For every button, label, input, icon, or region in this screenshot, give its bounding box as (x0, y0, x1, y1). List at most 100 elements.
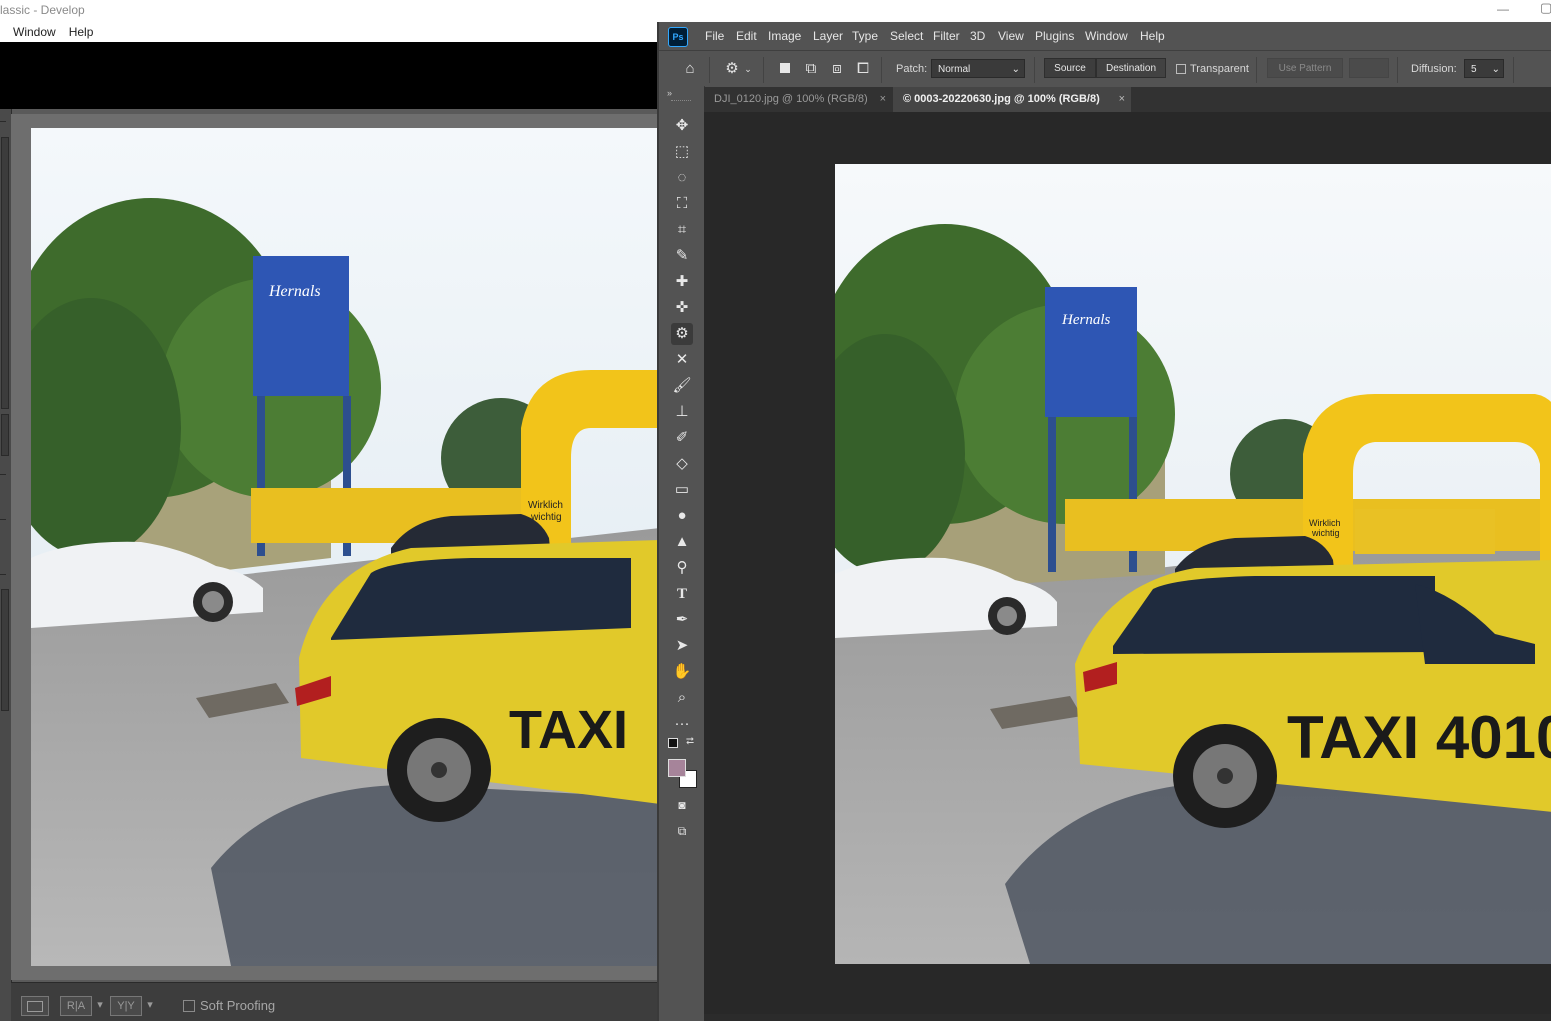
soft-proofing-label: Soft Proofing (200, 998, 276, 1013)
spot-healing-tool-icon[interactable]: ✚ (671, 271, 693, 293)
subtract-selection-icon[interactable]: ⧈ (828, 60, 846, 78)
loupe-view-icon (27, 1001, 43, 1012)
lasso-tool-icon[interactable]: ◌ (671, 167, 693, 189)
move-tool-icon[interactable]: ✥ (671, 115, 693, 137)
pen-tool-icon[interactable]: ✒ (671, 609, 693, 631)
menu-help[interactable]: Help (1140, 29, 1165, 43)
menu-view[interactable]: View (998, 29, 1024, 43)
menu-file[interactable]: File (705, 29, 724, 43)
dodge-tool-icon[interactable]: ⚲ (671, 557, 693, 579)
maximize-icon[interactable]: ▢ (1540, 0, 1551, 16)
menu-3d[interactable]: 3D (970, 29, 985, 43)
close-icon[interactable]: × (1119, 87, 1125, 112)
banner-text-1: Wirklich (528, 500, 563, 511)
home-icon[interactable]: ⌂ (681, 60, 699, 78)
menu-filter[interactable]: Filter (933, 29, 960, 43)
swap-colors-icon[interactable]: ⮂ (686, 736, 694, 747)
diffusion-select[interactable]: 5 ⌄ (1464, 59, 1504, 78)
document-canvas-area[interactable]: Hernals Wirklich wichtig TAXI 40100 (704, 112, 1551, 1021)
object-selection-tool-icon[interactable]: ⛶ (671, 193, 693, 215)
module-header (0, 42, 660, 109)
tab-dji-0120[interactable]: DJI_0120.jpg @ 100% (RGB/8) × (704, 87, 890, 112)
before-after-dropdown-icon[interactable]: ▾ (95, 996, 105, 1014)
chevron-down-icon: ⌄ (1011, 64, 1020, 75)
document-tabs: DJI_0120.jpg @ 100% (RGB/8) × © 0003-202… (704, 87, 1551, 112)
menu-select[interactable]: Select (890, 29, 923, 43)
pattern-picker[interactable] (1349, 58, 1389, 78)
before-after-button[interactable]: R|A (60, 996, 92, 1016)
eyedropper-tool-icon[interactable]: ✎ (671, 245, 693, 267)
banner-text-2: wichtig (1311, 528, 1340, 538)
hand-tool-icon[interactable]: ✋ (671, 661, 693, 683)
patch-tool-preset-icon[interactable]: ⚙ (723, 60, 741, 78)
menu-help[interactable]: Help (63, 22, 101, 42)
lightroom-photo: Hernals Wirklich wichtig TAXI (31, 128, 660, 966)
soft-proofing-checkbox[interactable] (183, 1000, 195, 1012)
foreground-color-swatch[interactable] (668, 759, 686, 777)
swap-dropdown-icon[interactable]: ▾ (145, 996, 155, 1014)
menu-type[interactable]: Type (852, 29, 878, 43)
tools-panel: » ✥ ⬚ ◌ ⛶ ⌗ ✎ ✚ ✜ ⚙ ✕ 🖌 ⊥ ✐ ◇ ▭ ● ▲ ⚲ T … (659, 86, 705, 1021)
new-selection-icon[interactable] (776, 60, 794, 78)
patch-mode-select[interactable]: Normal ⌄ (931, 59, 1025, 78)
photoshop-logo-icon: Ps (668, 27, 688, 47)
more-tools-icon[interactable]: ··· (671, 713, 693, 735)
transparent-checkbox[interactable] (1176, 64, 1186, 74)
collapse-panel-icon[interactable]: » (667, 88, 672, 98)
chevron-down-icon: ⌄ (1491, 64, 1500, 75)
use-pattern-button[interactable]: Use Pattern (1267, 58, 1343, 78)
quick-mask-icon[interactable]: ◙ (671, 794, 693, 816)
blur-tool-icon[interactable]: ● (671, 505, 693, 527)
default-colors-icon[interactable] (668, 738, 678, 748)
history-brush-tool-icon[interactable]: ✐ (671, 427, 693, 449)
menu-layer[interactable]: Layer (813, 29, 843, 43)
status-bar (704, 1014, 1551, 1021)
swap-button[interactable]: Y|Y (110, 996, 142, 1016)
menu-plugins[interactable]: Plugins (1035, 29, 1074, 43)
path-selection-tool-icon[interactable]: ➤ (671, 635, 693, 657)
add-selection-icon[interactable]: ⧉ (802, 60, 820, 78)
sign-text: Hernals (268, 283, 321, 300)
photoshop-photo[interactable]: Hernals Wirklich wichtig TAXI 40100 (835, 164, 1551, 964)
menu-window[interactable]: Window (0, 22, 63, 42)
clone-stamp-tool-icon[interactable]: ⊥ (671, 401, 693, 423)
patch-mode-value: Normal (938, 64, 971, 75)
zoom-tool-icon[interactable]: ⌕ (671, 687, 693, 709)
taxi-photo-ps: Hernals Wirklich wichtig TAXI 40100 (835, 164, 1551, 964)
minimize-icon[interactable]: — (1497, 2, 1509, 16)
taxi-text: TAXI (509, 700, 628, 760)
tab-0003-20220630[interactable]: © 0003-20220630.jpg @ 100% (RGB/8) × (893, 87, 1131, 112)
transparent-label: Transparent (1190, 63, 1249, 75)
eraser-tool-icon[interactable]: ◇ (671, 453, 693, 475)
type-tool-icon[interactable]: T (671, 583, 693, 605)
brush-tool-icon[interactable]: 🖌 (671, 375, 693, 397)
lightroom-window: lassic - Develop Window Help Hernals Wir… (0, 0, 660, 1021)
content-aware-move-tool-icon[interactable]: ✕ (671, 349, 693, 371)
photoshop-title-strip (657, 0, 1551, 22)
loupe-view-button[interactable] (21, 996, 49, 1016)
marquee-tool-icon[interactable]: ⬚ (671, 141, 693, 163)
gradient-tool-icon[interactable]: ▭ (671, 479, 693, 501)
menu-image[interactable]: Image (768, 29, 801, 43)
destination-button[interactable]: Destination (1096, 58, 1166, 78)
menu-window[interactable]: Window (1085, 29, 1128, 43)
close-icon[interactable]: × (880, 87, 886, 112)
tab-label: DJI_0120.jpg @ 100% (RGB/8) (714, 93, 868, 105)
diffusion-label: Diffusion: (1411, 63, 1457, 75)
intersect-selection-icon[interactable]: ⧠ (854, 60, 872, 78)
sharpen-tool-icon[interactable]: ▲ (671, 531, 693, 553)
chevron-down-icon[interactable]: ⌄ (743, 60, 753, 78)
photoshop-menubar: Ps File Edit Image Layer Type Select Fil… (659, 22, 1551, 50)
menu-edit[interactable]: Edit (736, 29, 757, 43)
banner-text-1: Wirklich (1309, 518, 1341, 528)
window-title: lassic - Develop (0, 3, 85, 17)
lightroom-menubar: Window Help (0, 22, 100, 42)
patch-tool-icon[interactable]: ⚙ (671, 323, 693, 345)
sign-text: Hernals (1061, 312, 1110, 328)
photoshop-window: Ps File Edit Image Layer Type Select Fil… (657, 22, 1551, 1021)
screen-mode-icon[interactable]: ⧉ (671, 820, 693, 842)
healing-brush-tool-icon[interactable]: ✜ (671, 297, 693, 319)
tab-label: © 0003-20220630.jpg @ 100% (RGB/8) (903, 93, 1100, 105)
source-button[interactable]: Source (1044, 58, 1096, 78)
crop-tool-icon[interactable]: ⌗ (671, 219, 693, 241)
